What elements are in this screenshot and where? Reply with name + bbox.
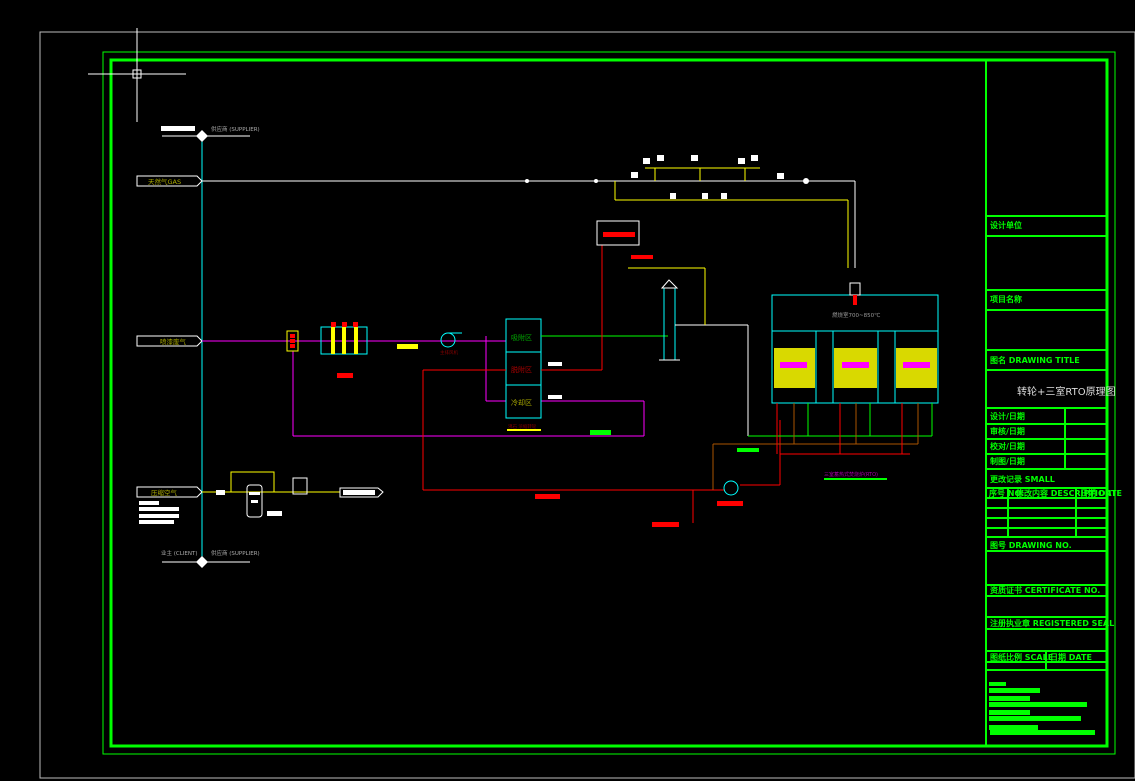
concentrator-rotor: 吸附区 脱附区 冷却区 沸石 浓缩转轮 bbox=[505, 318, 542, 431]
client-label: 业主 (CLIENT) bbox=[161, 549, 198, 557]
compressed-air-system bbox=[202, 471, 384, 518]
supplier-marker-top: 供应商 (SUPPLIER) bbox=[161, 125, 260, 142]
drawing-title-label: 图名 DRAWING TITLE bbox=[990, 355, 1080, 365]
heat-exchanger bbox=[596, 220, 640, 246]
supplier-label: 供应商 (SUPPLIER) bbox=[211, 549, 260, 557]
pid-drawing: 设计单位 项目名称 图名 DRAWING TITLE 转轮+三室RTO原理图 设… bbox=[39, 28, 1135, 779]
cooling-zone: 冷却区 bbox=[511, 398, 532, 407]
combustion-chamber-label: 燃烧室700~850℃ bbox=[832, 311, 880, 319]
desorption-fan bbox=[723, 480, 739, 496]
desorption-pipeline bbox=[422, 245, 781, 523]
tag-label bbox=[590, 430, 611, 435]
supplier-label: 供应商 (SUPPLIER) bbox=[211, 125, 260, 133]
ceramic-bed-1 bbox=[774, 348, 815, 388]
rto-exhaust-line bbox=[628, 267, 749, 436]
gas-label: 天然气GAS bbox=[148, 177, 181, 186]
main-fan: 主排风机 bbox=[440, 332, 462, 356]
title-block-text: 设计单位 项目名称 图名 DRAWING TITLE 转轮+三室RTO原理图 设… bbox=[989, 220, 1122, 735]
desorption-zone: 脱附区 bbox=[511, 365, 532, 374]
scale-label: 图纸比例 SCALE bbox=[990, 652, 1053, 662]
gas-valves bbox=[525, 155, 809, 199]
paper-border bbox=[39, 31, 1135, 779]
design-unit-label: 设计单位 bbox=[990, 220, 1022, 230]
notes-bars bbox=[989, 682, 1095, 735]
row-draw: 制图/日期 bbox=[990, 456, 1025, 466]
dry-filter-bank bbox=[320, 322, 368, 378]
row-check: 校对/日期 bbox=[990, 441, 1025, 451]
inner-frame bbox=[109, 58, 1109, 748]
date-label: 日期 DATE bbox=[1050, 652, 1092, 662]
outer-frame bbox=[102, 51, 1116, 755]
main-fan-label: 主排风机 bbox=[440, 349, 458, 356]
ceramic-bed-2 bbox=[834, 348, 877, 388]
adsorption-zone: 吸附区 bbox=[511, 333, 532, 342]
inlet-compressed-air: 压缩空气 bbox=[136, 486, 203, 524]
gas-pipeline bbox=[202, 167, 856, 268]
project-name-label: 项目名称 bbox=[990, 294, 1022, 304]
paint-exhaust-label: 喷漆废气 bbox=[160, 337, 187, 346]
rev-header-date: 日期 DATE bbox=[1080, 488, 1122, 498]
tag-label bbox=[397, 344, 418, 349]
rto-unit: 燃烧室700~850℃ 三室蓄热式焚烧炉(RTO) bbox=[771, 282, 939, 480]
inlet-paint-exhaust: 喷漆废气 bbox=[136, 335, 203, 347]
ceramic-bed-3 bbox=[896, 348, 937, 388]
stack bbox=[659, 279, 680, 361]
rotor-caption: 沸石 浓缩转轮 bbox=[508, 423, 537, 430]
drawing-no-label: 图号 DRAWING NO. bbox=[990, 541, 1072, 550]
title-block bbox=[985, 60, 1107, 746]
inlet-gas: 天然气GAS bbox=[136, 175, 203, 187]
revision-label: 更改记录 SMALL bbox=[990, 474, 1055, 484]
row-design: 设计/日期 bbox=[990, 411, 1025, 421]
drawing-title: 转轮+三室RTO原理图 bbox=[1017, 385, 1116, 398]
supplier-marker-bottom: 业主 (CLIENT) 供应商 (SUPPLIER) bbox=[161, 549, 260, 568]
seal-label: 注册执业章 REGISTERED SEAL bbox=[990, 618, 1114, 628]
certificate-label: 资质证书 CERTIFICATE NO. bbox=[990, 585, 1100, 595]
rto-valve-lines bbox=[712, 403, 933, 490]
row-review: 审核/日期 bbox=[990, 426, 1025, 436]
compressed-air-label: 压缩空气 bbox=[151, 488, 178, 497]
rto-caption: 三室蓄热式焚烧炉(RTO) bbox=[824, 471, 878, 478]
